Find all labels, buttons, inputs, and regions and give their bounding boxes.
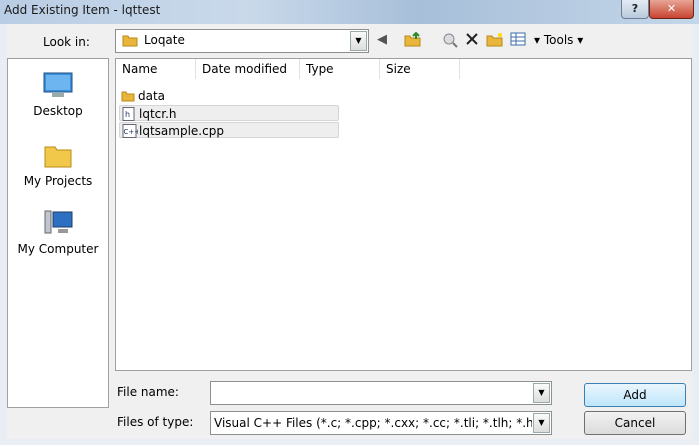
- file-type-label: Files of type:: [117, 415, 194, 429]
- tools-label: Tools: [543, 33, 574, 47]
- file-type-dropdown[interactable]: Visual C++ Files (*.c; *.cpp; *.cxx; *.c…: [210, 411, 552, 435]
- close-button[interactable]: ✕: [649, 0, 694, 19]
- file-name: data: [138, 89, 166, 103]
- column-header: Name Date modified Type Size: [116, 59, 691, 79]
- column-type[interactable]: Type: [300, 59, 380, 79]
- file-name-input[interactable]: ▼: [210, 381, 552, 405]
- folder-icon: [44, 146, 72, 168]
- file-name-label: File name:: [117, 385, 179, 399]
- window-title: Add Existing Item - lqttest: [4, 3, 161, 17]
- place-desktop[interactable]: Desktop: [8, 71, 108, 118]
- place-label: Desktop: [33, 104, 83, 118]
- folder-icon: [121, 91, 135, 102]
- look-in-label: Look in:: [43, 35, 90, 49]
- column-name[interactable]: Name: [116, 59, 196, 79]
- list-item-data[interactable]: data: [119, 88, 165, 104]
- up-folder-icon[interactable]: [404, 31, 422, 53]
- column-size[interactable]: Size: [380, 59, 460, 79]
- delete-icon[interactable]: [465, 32, 479, 51]
- tools-menu[interactable]: ▾ Tools ▾: [534, 33, 583, 47]
- desktop-icon: [43, 72, 73, 97]
- computer-icon: [44, 210, 73, 234]
- file-name: lqtsample.cpp: [139, 124, 224, 138]
- dialog-body: Look in: Loqate ▼ ◀ ▾ Tools ▾ Desktop My…: [7, 24, 692, 439]
- new-folder-icon[interactable]: [486, 32, 504, 53]
- svg-text:C++: C++: [124, 128, 139, 136]
- chevron-down-icon[interactable]: ▼: [533, 383, 550, 403]
- search-web-icon[interactable]: [442, 32, 458, 53]
- chevron-down-icon[interactable]: ▼: [533, 413, 550, 433]
- file-list[interactable]: Name Date modified Type Size data h lqtc…: [115, 58, 692, 371]
- views-icon[interactable]: [510, 32, 526, 51]
- cpp-file-icon: C++: [122, 124, 138, 138]
- look-in-value: Loqate: [144, 33, 185, 47]
- list-item-lqtcr[interactable]: h lqtcr.h: [119, 105, 339, 121]
- file-type-value: Visual C++ Files (*.c; *.cpp; *.cxx; *.c…: [214, 416, 532, 430]
- place-label: My Computer: [17, 242, 99, 256]
- add-button[interactable]: Add: [584, 383, 686, 407]
- help-button[interactable]: ?: [621, 0, 649, 19]
- place-my-computer[interactable]: My Computer: [8, 209, 108, 256]
- h-file-icon: h: [122, 107, 135, 121]
- title-bar: Add Existing Item - lqttest ? ✕: [0, 0, 699, 24]
- look-in-dropdown[interactable]: Loqate ▼: [115, 29, 369, 53]
- place-my-projects[interactable]: My Projects: [8, 141, 108, 188]
- dialog-window: Add Existing Item - lqttest ? ✕ Look in:…: [0, 0, 699, 445]
- folder-icon: [122, 35, 138, 47]
- places-bar: Desktop My Projects My Computer: [7, 58, 109, 408]
- place-label: My Projects: [23, 174, 93, 188]
- svg-text:h: h: [125, 110, 130, 119]
- file-name: lqtcr.h: [139, 107, 177, 121]
- list-item-lqtsample[interactable]: C++ lqtsample.cpp: [119, 122, 339, 138]
- column-date-modified[interactable]: Date modified: [196, 59, 300, 79]
- chevron-down-icon[interactable]: ▼: [350, 31, 367, 51]
- back-icon[interactable]: ◀: [377, 32, 387, 48]
- cancel-button[interactable]: Cancel: [584, 411, 686, 435]
